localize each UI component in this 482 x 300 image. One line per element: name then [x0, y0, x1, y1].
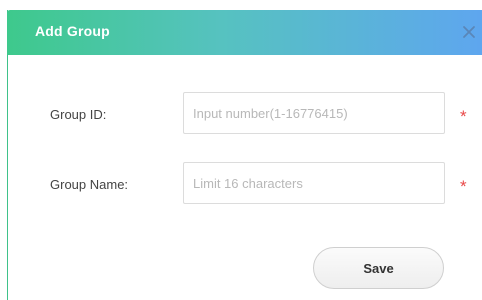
close-icon[interactable]	[458, 21, 480, 43]
group-name-required-mark: *	[460, 177, 467, 196]
group-id-required-mark: *	[460, 107, 467, 126]
group-name-label: Group Name:	[50, 177, 129, 192]
group-id-input[interactable]	[183, 92, 445, 134]
dialog-header: Add Group	[7, 10, 482, 55]
dialog-title: Add Group	[35, 23, 110, 39]
group-name-input[interactable]	[183, 162, 445, 204]
group-id-label: Group ID:	[50, 107, 107, 122]
add-group-dialog: Add Group Group ID: * Group Name: * Save	[7, 10, 482, 300]
save-button[interactable]: Save	[313, 247, 444, 289]
